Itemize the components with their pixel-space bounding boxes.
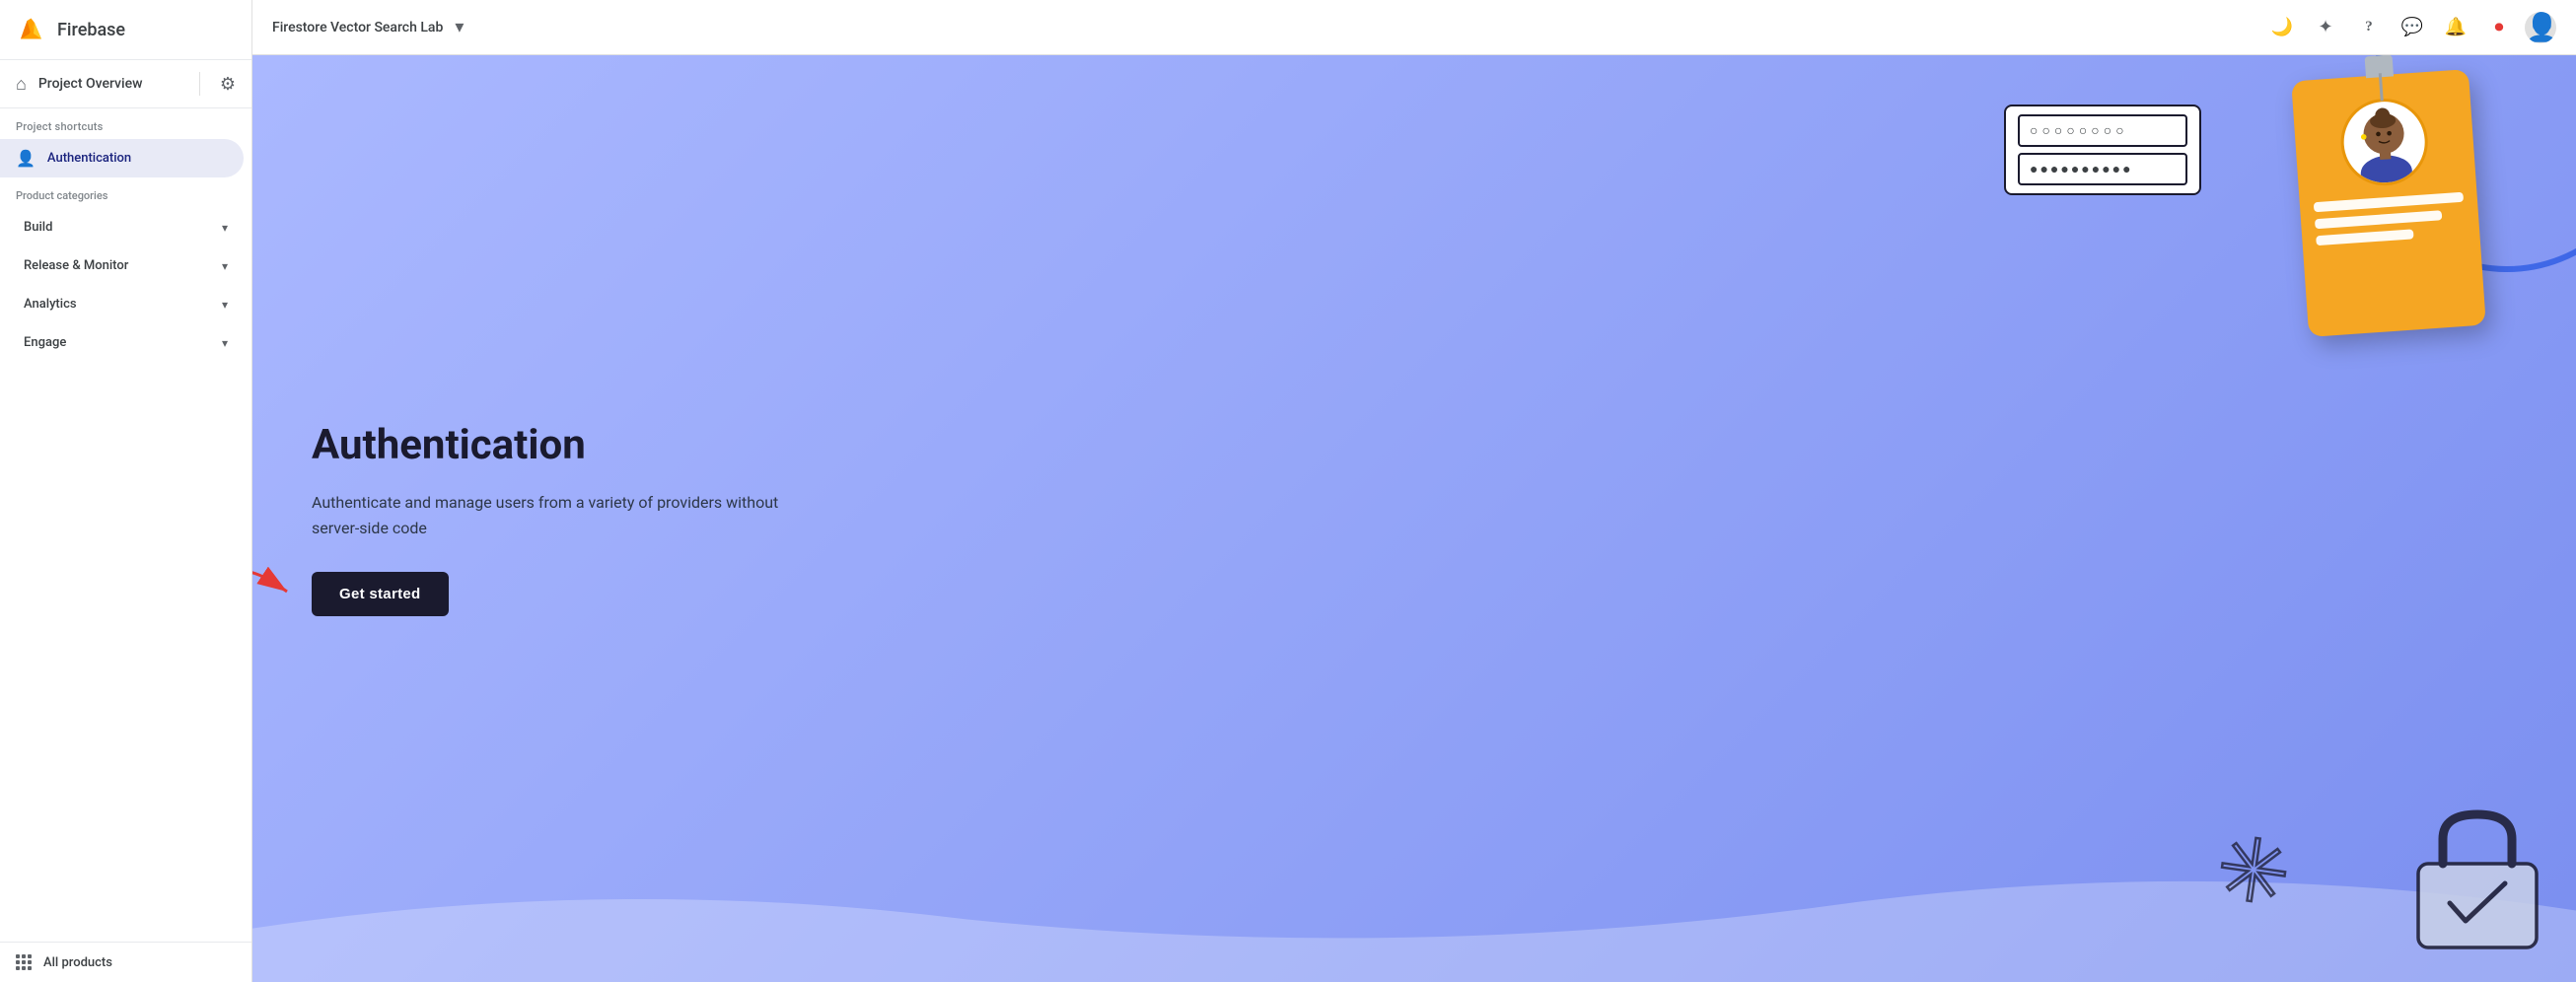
project-dropdown-icon[interactable]: ▾ xyxy=(455,17,464,37)
moon-icon: 🌙 xyxy=(2271,17,2293,37)
chevron-down-icon: ▾ xyxy=(222,221,228,235)
sidebar-item-release-monitor[interactable]: Release & Monitor ▾ xyxy=(8,248,244,283)
card-line-3 xyxy=(2316,229,2413,246)
sidebar-item-authentication[interactable]: 👤 Authentication xyxy=(0,139,244,177)
authentication-label: Authentication xyxy=(47,151,131,166)
card-avatar-circle xyxy=(2338,96,2431,188)
dark-mode-button[interactable]: 🌙 xyxy=(2264,10,2300,45)
release-monitor-label: Release & Monitor xyxy=(24,258,128,273)
sidebar-item-engage[interactable]: Engage ▾ xyxy=(8,325,244,360)
project-overview-row[interactable]: ⌂ Project Overview ⚙ xyxy=(0,60,251,108)
product-categories-label: Product categories xyxy=(0,177,251,208)
card-clip-post xyxy=(2378,73,2383,101)
illustration-area: ○○○○○○○○ ●●●●●●●●●● xyxy=(1298,55,2576,982)
firebase-logo-icon xyxy=(16,14,47,45)
id-card-illustration xyxy=(2291,69,2486,337)
project-overview-label: Project Overview xyxy=(38,76,179,92)
firebase-title: Firebase xyxy=(57,20,125,40)
sidebar-item-all-products[interactable]: All products xyxy=(0,942,251,982)
hero-section: Authentication Authenticate and manage u… xyxy=(252,55,2576,982)
button-container: Get started xyxy=(312,572,449,616)
card-line-1 xyxy=(2314,192,2464,213)
username-field: ○○○○○○○○ xyxy=(2018,114,2187,147)
topbar: Firestore Vector Search Lab ▾ 🌙 ✦ ? 💬 🔔 … xyxy=(252,0,2576,55)
user-avatar[interactable]: 👤 xyxy=(2525,12,2556,43)
main-content: Firestore Vector Search Lab ▾ 🌙 ✦ ? 💬 🔔 … xyxy=(252,0,2576,982)
grid-icon xyxy=(16,954,32,970)
engage-label: Engage xyxy=(24,335,66,350)
hero-title: Authentication xyxy=(312,421,805,470)
password-fields-illustration: ○○○○○○○○ ●●●●●●●●●● xyxy=(2004,105,2201,195)
person-illustration xyxy=(2340,96,2427,185)
people-icon: 👤 xyxy=(16,149,36,168)
card-line-2 xyxy=(2315,210,2443,229)
chevron-down-icon-2: ▾ xyxy=(222,259,228,273)
project-shortcuts-label: Project shortcuts xyxy=(0,108,251,139)
build-label: Build xyxy=(24,220,52,235)
spark-button[interactable]: ✦ xyxy=(2308,10,2343,45)
lock-illustration xyxy=(2408,805,2546,952)
sidebar-header: Firebase xyxy=(0,0,251,60)
chevron-down-icon-4: ▾ xyxy=(222,336,228,350)
help-icon: ? xyxy=(2365,19,2373,35)
analytics-label: Analytics xyxy=(24,297,77,312)
card-clip xyxy=(2365,55,2394,78)
password-field: ●●●●●●●●●● xyxy=(2018,153,2187,185)
chat-button[interactable]: 💬 xyxy=(2395,10,2430,45)
sidebar-item-analytics[interactable]: Analytics ▾ xyxy=(8,287,244,321)
spark-icon: ✦ xyxy=(2318,17,2332,37)
all-products-label: All products xyxy=(43,955,112,970)
vertical-divider xyxy=(199,72,200,96)
topbar-icons: 🌙 ✦ ? 💬 🔔 ⏺ 👤 xyxy=(2264,10,2556,45)
notifications-button[interactable]: 🔔 xyxy=(2438,10,2473,45)
card-lines xyxy=(2314,192,2467,246)
settings-icon[interactable]: ⚙ xyxy=(220,74,236,95)
bell-icon: 🔔 xyxy=(2445,17,2467,37)
get-started-button[interactable]: Get started xyxy=(312,572,449,616)
project-name: Firestore Vector Search Lab xyxy=(272,20,443,35)
sidebar: Firebase ⌂ Project Overview ⚙ Project sh… xyxy=(0,0,252,982)
record-icon: ⏺ xyxy=(2495,17,2504,37)
home-icon: ⌂ xyxy=(16,74,27,95)
sidebar-item-build[interactable]: Build ▾ xyxy=(8,210,244,245)
hero-content: Authentication Authenticate and manage u… xyxy=(312,421,805,617)
asterisk-decoration: ✳ xyxy=(2210,815,2296,927)
hero-description: Authenticate and manage users from a var… xyxy=(312,490,805,540)
chevron-down-icon-3: ▾ xyxy=(222,298,228,312)
chat-icon: 💬 xyxy=(2401,17,2423,37)
arrow-pointer-icon xyxy=(252,562,302,611)
record-button[interactable]: ⏺ xyxy=(2481,10,2517,45)
help-button[interactable]: ? xyxy=(2351,10,2387,45)
